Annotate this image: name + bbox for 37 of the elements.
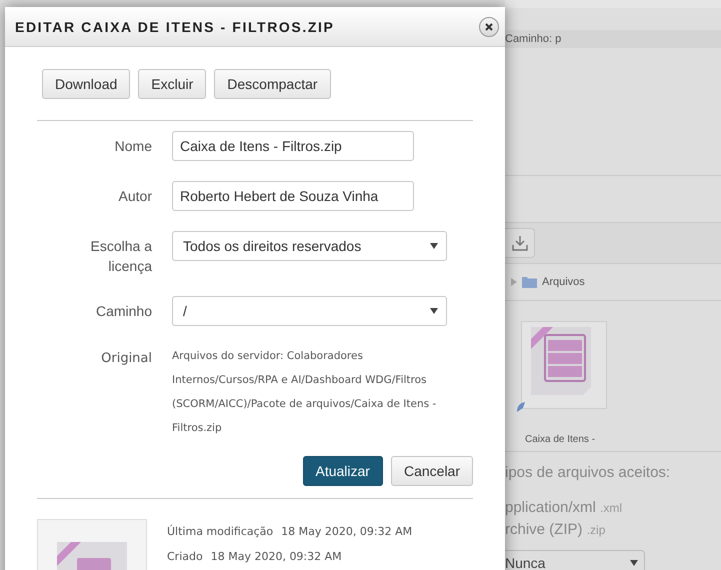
close-icon <box>485 22 493 30</box>
caret-icon <box>630 560 638 566</box>
dialog-title: EDITAR CAIXA DE ITENS - FILTROS.ZIP <box>15 18 334 34</box>
field-label: Escolha a licença <box>90 237 152 276</box>
original-path-text: Arquivos do servidor: Colaboradores Internos/Cursos/RPA e AI/Dashboard WDG/Filtros (SCORM/AICC)/Pacote de arquivos/Caixa de Itens - Filtros.zip <box>172 349 438 436</box>
detail-label: Última modificação <box>167 525 274 538</box>
folder-icon <box>522 276 537 288</box>
action-button[interactable]: Excluir <box>138 69 206 99</box>
detail-label: Criado <box>167 550 203 563</box>
file-name: Caixa de Itens - <box>525 434 596 445</box>
action-button[interactable]: Descompactar <box>214 69 331 99</box>
input-field[interactable]: Caixa de Itens - Filtros.zip <box>172 131 414 161</box>
cancel-button[interactable]: Cancelar <box>390 456 473 486</box>
path-text: Caminho: p <box>505 33 562 45</box>
caret-icon <box>430 308 438 314</box>
field-label: Original <box>101 350 152 368</box>
shortcut-arrow-icon <box>516 401 525 412</box>
action-button[interactable]: Download <box>42 69 130 99</box>
download-button[interactable] <box>505 228 535 258</box>
field-label: Caminho <box>96 302 152 321</box>
update-button[interactable]: Atualizar <box>302 456 383 486</box>
dropdown[interactable]: Todos os direitos reservados <box>172 231 447 261</box>
field-label: Nome <box>114 137 152 156</box>
close-button[interactable] <box>479 16 499 36</box>
triangle-icon <box>511 278 517 286</box>
accepted-types-heading: ipos de arquivos aceitos: <box>505 464 672 481</box>
detail-value: 18 May 2020, 09:32 AM <box>210 550 342 563</box>
detail-value: 18 May 2020, 09:32 AM <box>281 525 412 538</box>
dropdown[interactable]: / <box>172 296 447 326</box>
file-type: rchive (ZIP) .zip <box>505 520 606 540</box>
field-label: Autor <box>118 187 152 206</box>
breadcrumb-link[interactable]: Arquivos <box>542 276 585 288</box>
caret-icon <box>430 243 438 249</box>
archive-file-icon[interactable] <box>521 321 607 409</box>
file-type: pplication/xml .xml <box>505 498 624 518</box>
input-field[interactable]: Roberto Hebert de Souza Vinha <box>172 181 414 211</box>
download-icon <box>510 234 528 252</box>
